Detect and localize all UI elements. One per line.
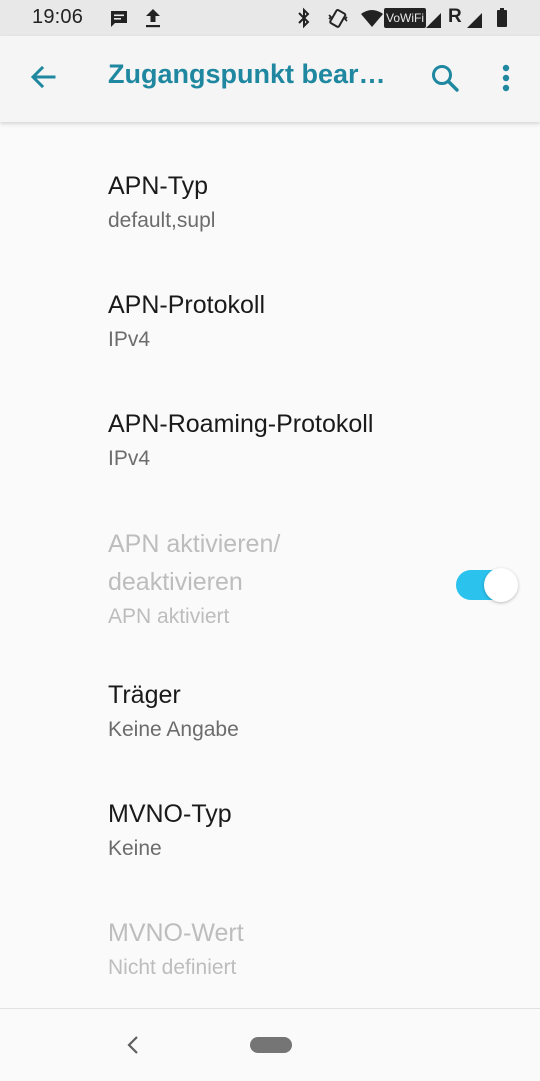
pref-summary: default,supl: [108, 209, 216, 232]
pref-summary: Keine: [108, 837, 162, 860]
pref-title-line2: deaktivieren: [108, 568, 243, 596]
more-vert-icon[interactable]: [500, 64, 512, 92]
pref-summary: Nicht definiert: [108, 956, 237, 979]
status-bar: 19:06 VoWiFi R: [0, 0, 540, 36]
signal-icon: [467, 13, 482, 28]
back-arrow-icon[interactable]: [29, 63, 57, 91]
roaming-label: R: [448, 6, 462, 27]
message-icon: [111, 11, 127, 27]
page-title: Zugangspunkt bear…: [108, 59, 386, 89]
pref-apn-protocol[interactable]: APN-Protokoll IPv4: [108, 290, 265, 353]
upload-icon: [146, 9, 160, 28]
vowifi-badge: VoWiFi: [384, 8, 427, 28]
pref-mvno-value: MVNO-Wert Nicht definiert: [108, 918, 244, 981]
home-pill-icon[interactable]: [250, 1037, 292, 1053]
pref-apn-enable: APN aktivieren/ deaktivieren APN aktivie…: [108, 529, 280, 630]
pref-title-line1: APN aktivieren/: [108, 530, 281, 558]
pref-title: APN-Roaming-Protokoll: [108, 410, 374, 438]
app-bar: Zugangspunkt bear…: [0, 36, 540, 122]
vibrate-icon: [328, 8, 348, 28]
switch-thumb: [484, 568, 518, 602]
pref-summary: APN aktiviert: [108, 605, 230, 628]
nav-back-icon[interactable]: [124, 1033, 142, 1057]
pref-title: Träger: [108, 681, 181, 709]
signal-icon: [426, 13, 441, 28]
bluetooth-icon: [298, 7, 310, 29]
pref-title: MVNO-Typ: [108, 800, 232, 828]
pref-apn-type[interactable]: APN-Typ default,supl: [108, 171, 215, 234]
pref-title: APN-Protokoll: [108, 291, 265, 319]
preference-list: APN-Typ default,supl APN-Protokoll IPv4 …: [0, 122, 540, 1008]
apn-enable-switch[interactable]: [456, 568, 518, 602]
navigation-bar: [0, 1008, 540, 1081]
status-time: 19:06: [32, 6, 84, 28]
pref-mvno-type[interactable]: MVNO-Typ Keine: [108, 799, 232, 862]
battery-icon: [497, 8, 507, 27]
pref-summary: IPv4: [108, 447, 151, 470]
pref-summary: Keine Angabe: [108, 718, 239, 741]
wifi-icon: [361, 10, 383, 27]
pref-apn-roaming-protocol[interactable]: APN-Roaming-Protokoll IPv4: [108, 409, 373, 472]
pref-summary: IPv4: [108, 328, 151, 351]
vowifi-label: VoWiFi: [386, 11, 425, 25]
pref-bearer[interactable]: Träger Keine Angabe: [108, 680, 239, 743]
search-icon[interactable]: [430, 63, 460, 93]
pref-title: APN-Typ: [108, 172, 209, 200]
pref-title: MVNO-Wert: [108, 919, 244, 947]
